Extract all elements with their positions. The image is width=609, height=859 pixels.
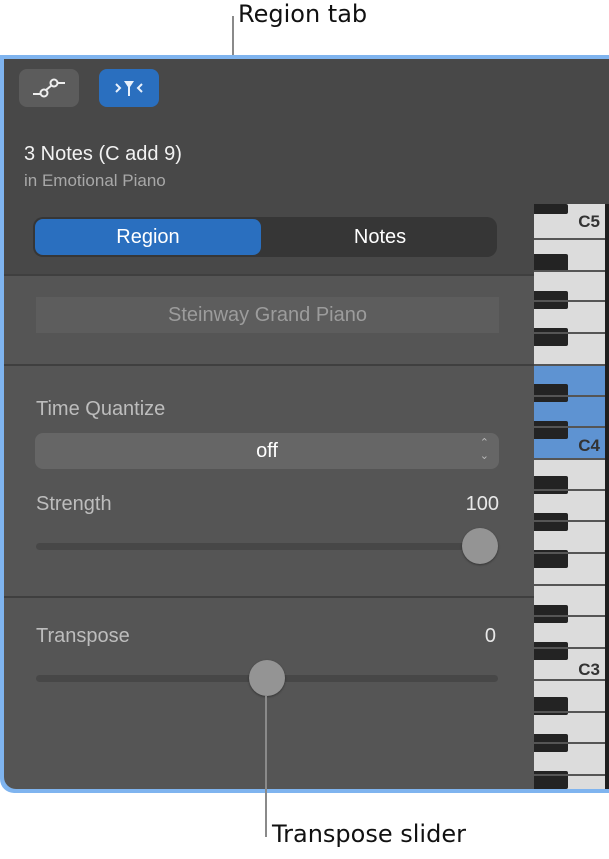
instrument-name-field[interactable]: Steinway Grand Piano [36, 297, 499, 333]
transpose-slider-callout: Transpose slider [272, 820, 466, 848]
octave-label-c3: C3 [578, 660, 600, 679]
key-separator [534, 458, 605, 460]
key-separator [534, 774, 605, 776]
strength-value: 100 [465, 493, 499, 515]
time-quantize-select[interactable]: off ⌃ ⌄ [35, 433, 499, 469]
black-key[interactable] [534, 476, 568, 494]
black-key[interactable] [534, 328, 568, 346]
updown-chevron-icon: ⌃ ⌄ [479, 437, 489, 462]
strength-label: Strength [36, 493, 112, 515]
transpose-slider-callout-line [265, 695, 267, 837]
region-notes-segmented-control: Region Notes [33, 217, 497, 257]
section-divider-2 [4, 596, 534, 598]
keyboard-edge [605, 204, 609, 789]
strength-slider-thumb[interactable] [462, 528, 498, 564]
key-separator [534, 332, 605, 334]
time-quantize-label: Time Quantize [36, 398, 166, 420]
inspector-header: 3 Notes (C add 9) in Emotional Piano Reg… [4, 59, 534, 274]
black-key[interactable] [534, 384, 568, 402]
key-separator [534, 742, 605, 744]
key-separator [534, 270, 605, 272]
header-right-fill [534, 59, 609, 204]
smart-controls-button[interactable] [99, 69, 159, 107]
key-separator [534, 364, 605, 366]
tab-notes[interactable]: Notes [265, 219, 495, 255]
key-separator [534, 238, 605, 240]
region-subtitle: in Emotional Piano [24, 171, 166, 190]
strength-slider-track[interactable] [36, 543, 498, 550]
transpose-slider-thumb[interactable] [249, 660, 285, 696]
automation-icon [33, 78, 65, 98]
section-divider-1 [4, 364, 534, 366]
transpose-label: Transpose [36, 625, 130, 647]
black-key[interactable] [534, 642, 568, 660]
black-key[interactable] [534, 513, 568, 531]
octave-label-c5: C5 [578, 212, 600, 231]
key-separator [534, 520, 605, 522]
key-separator [534, 711, 605, 713]
key-separator [534, 615, 605, 617]
key-separator [534, 647, 605, 649]
octave-label-c4: C4 [578, 436, 600, 455]
transpose-value: 0 [484, 625, 496, 647]
key-separator [534, 489, 605, 491]
black-key[interactable] [534, 605, 568, 623]
black-key[interactable] [534, 204, 568, 214]
black-key[interactable] [534, 421, 568, 439]
key-separator [534, 300, 605, 302]
key-separator [534, 584, 605, 586]
automation-button[interactable] [19, 69, 79, 107]
key-separator [534, 426, 605, 428]
piano-keyboard[interactable]: C5 C4 C3 [534, 204, 605, 789]
inspector-panel: 3 Notes (C add 9) in Emotional Piano Reg… [4, 59, 609, 789]
region-title: 3 Notes (C add 9) [24, 143, 182, 165]
header-divider [4, 274, 534, 276]
time-quantize-value: off [256, 439, 278, 462]
key-separator [534, 395, 605, 397]
tab-region[interactable]: Region [35, 219, 261, 255]
region-tab-callout: Region tab [238, 0, 368, 28]
key-separator [534, 552, 605, 554]
smart-controls-filter-icon [115, 81, 143, 96]
